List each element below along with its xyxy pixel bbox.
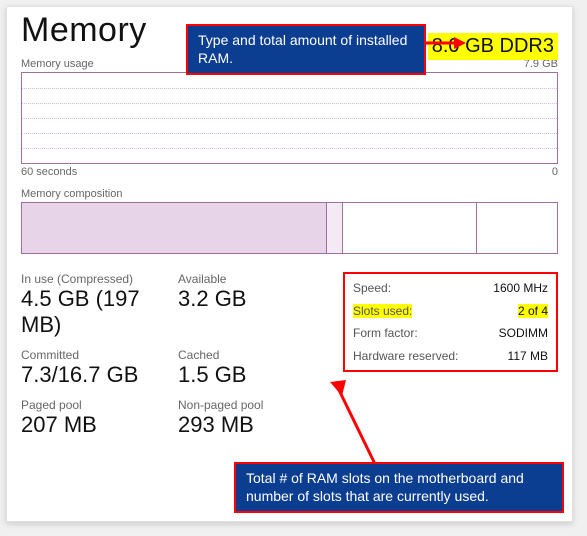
stat-value-inuse: 4.5 GB (197 MB) [21, 286, 168, 338]
total-memory-badge: 8.0 GB DDR3 [428, 33, 558, 60]
spec-row-slots: Slots used: 2 of 4 [353, 303, 548, 319]
stat-inuse: In use (Compressed) 4.5 GB (197 MB) [21, 272, 168, 338]
memory-usage-chart [21, 72, 558, 164]
comp-segment-free [477, 203, 557, 253]
spec-key-speed: Speed: [353, 281, 391, 295]
page-title: Memory [21, 11, 147, 50]
stat-value-paged: 207 MB [21, 412, 168, 438]
stat-value-nonpaged: 293 MB [178, 412, 325, 438]
memory-composition-bar [21, 202, 558, 254]
stat-label-cached: Cached [178, 348, 325, 362]
spec-val-reserved: 117 MB [508, 349, 548, 363]
usage-label: Memory usage [21, 58, 94, 70]
spec-key-form: Form factor: [353, 326, 418, 340]
stat-label-available: Available [178, 272, 325, 286]
spec-key-reserved: Hardware reserved: [353, 349, 458, 363]
usage-axis-row: 60 seconds 0 [21, 166, 558, 178]
axis-right-label: 0 [552, 166, 558, 178]
stat-value-cached: 1.5 GB [178, 362, 325, 388]
stat-paged: Paged pool 207 MB [21, 398, 168, 438]
stat-value-available: 3.2 GB [178, 286, 325, 312]
spec-row-reserved: Hardware reserved: 117 MB [353, 348, 548, 364]
memory-panel: Memory 8.0 GB DDR3 Memory usage 7.9 GB 6… [6, 6, 573, 522]
axis-left-label: 60 seconds [21, 166, 77, 178]
comp-segment-standby [343, 203, 477, 253]
comp-segment-modified [327, 203, 343, 253]
comp-segment-inuse [22, 203, 327, 253]
spec-row-speed: Speed: 1600 MHz [353, 280, 548, 296]
spec-val-form: SODIMM [499, 326, 548, 340]
annotation-callout-top: Type and total amount of installed RAM. [186, 24, 426, 75]
stat-label-committed: Committed [21, 348, 168, 362]
spec-val-speed: 1600 MHz [493, 281, 548, 295]
spec-key-slots: Slots used: [353, 304, 412, 318]
stat-label-paged: Paged pool [21, 398, 168, 412]
stat-label-inuse: In use (Compressed) [21, 272, 168, 286]
stat-value-committed: 7.3/16.7 GB [21, 362, 168, 388]
stat-available: Available 3.2 GB [178, 272, 325, 338]
spec-val-slots: 2 of 4 [518, 304, 548, 318]
annotation-callout-bottom: Total # of RAM slots on the motherboard … [234, 462, 564, 513]
stat-nonpaged: Non-paged pool 293 MB [178, 398, 325, 438]
stats-area: In use (Compressed) 4.5 GB (197 MB) Avai… [21, 272, 558, 438]
stat-label-nonpaged: Non-paged pool [178, 398, 325, 412]
composition-label: Memory composition [21, 188, 558, 200]
stat-committed: Committed 7.3/16.7 GB [21, 348, 168, 388]
stats-left-column: In use (Compressed) 4.5 GB (197 MB) Avai… [21, 272, 325, 438]
spec-box: Speed: 1600 MHz Slots used: 2 of 4 Form … [343, 272, 558, 372]
stat-cached: Cached 1.5 GB [178, 348, 325, 388]
spec-row-form: Form factor: SODIMM [353, 325, 548, 341]
